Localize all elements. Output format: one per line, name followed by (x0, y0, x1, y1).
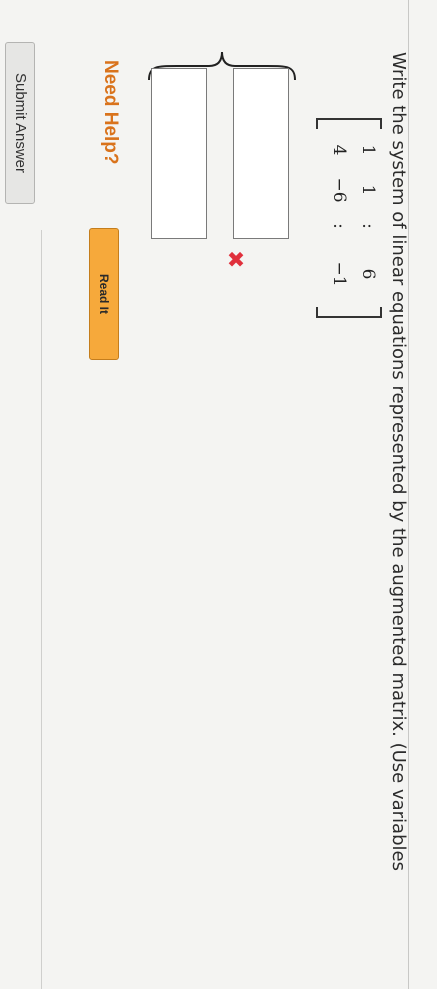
matrix-cell: 6 (358, 268, 378, 280)
read-it-button[interactable]: Read It (89, 228, 119, 360)
matrix-row: 1 1 : 6 (350, 136, 378, 306)
equation-2-input[interactable] (151, 68, 207, 239)
matrix-cell: 1 (358, 184, 378, 196)
divider (41, 230, 42, 989)
matrix-cell: −1 (329, 261, 349, 287)
matrix-row: 4 −6 : −1 (321, 136, 349, 306)
matrix-separator: : (358, 223, 378, 229)
matrix-separator: : (329, 223, 349, 229)
question-text: Write the system of linear equations rep… (388, 52, 409, 871)
augmented-matrix: 1 1 : 6 4 −6 : −1 (316, 118, 382, 318)
matrix-cell: 1 (358, 144, 378, 156)
matrix-cell: 4 (329, 144, 349, 156)
question-panel: Write the system of linear equations rep… (0, 0, 437, 989)
equation-1-input[interactable] (233, 68, 289, 239)
matrix-cell: −6 (329, 177, 349, 203)
submit-answer-button[interactable]: Submit Answer (5, 42, 35, 204)
need-help-label: Need Help? (100, 60, 121, 165)
matrix-left-bracket (316, 118, 382, 129)
x-mark-icon: ✖ (222, 250, 247, 269)
matrix-right-bracket (316, 307, 382, 318)
